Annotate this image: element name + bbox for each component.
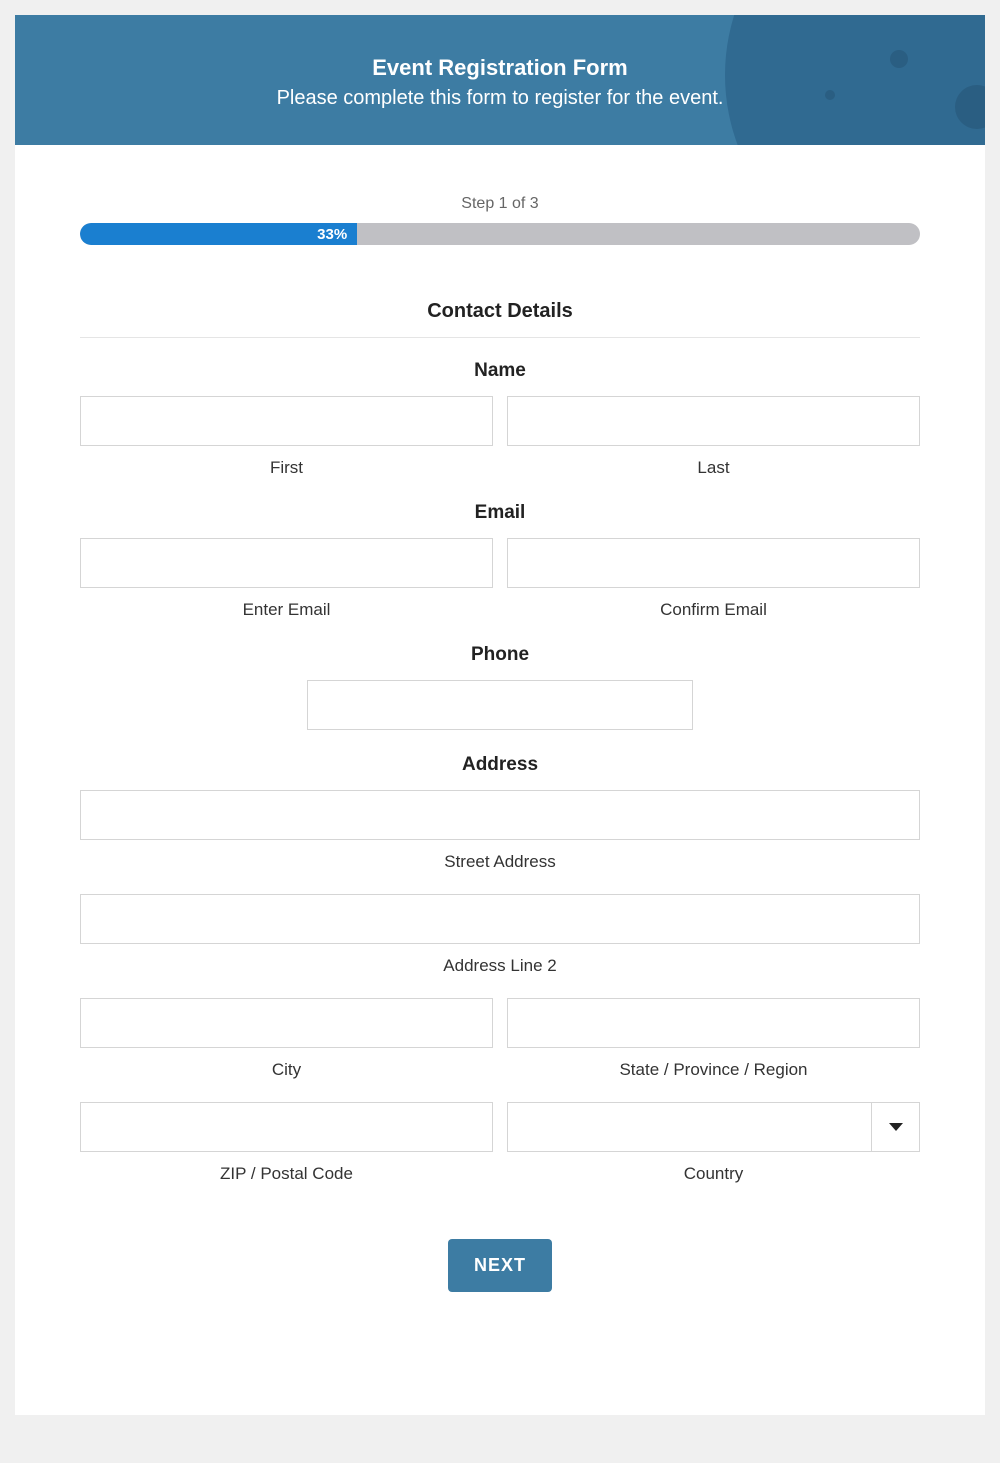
address-line2-input[interactable] — [80, 894, 920, 944]
progress-fill: 33% — [80, 223, 357, 245]
zip-input[interactable] — [80, 1102, 493, 1152]
country-sublabel: Country — [507, 1164, 920, 1184]
confirm-email-sublabel: Confirm Email — [507, 600, 920, 620]
form-title: Event Registration Form — [35, 55, 965, 81]
first-name-sublabel: First — [80, 458, 493, 478]
email-field-block: Email Enter Email Confirm Email — [80, 502, 920, 620]
country-select-arrow-box — [871, 1103, 919, 1151]
form-header: Event Registration Form Please complete … — [15, 15, 985, 145]
phone-field-block: Phone — [80, 644, 920, 730]
zip-sublabel: ZIP / Postal Code — [80, 1164, 493, 1184]
street-address-sublabel: Street Address — [80, 852, 920, 872]
progress-percent-text: 33% — [317, 226, 347, 243]
form-subtitle: Please complete this form to register fo… — [35, 87, 965, 110]
section-title: Contact Details — [80, 300, 920, 338]
country-select-value — [508, 1103, 871, 1151]
city-sublabel: City — [80, 1060, 493, 1080]
confirm-email-input[interactable] — [507, 538, 920, 588]
form-body: Step 1 of 3 33% Contact Details Name Fir… — [15, 145, 985, 1352]
registration-form-card: Event Registration Form Please complete … — [15, 15, 985, 1415]
last-name-input[interactable] — [507, 396, 920, 446]
state-sublabel: State / Province / Region — [507, 1060, 920, 1080]
first-name-input[interactable] — [80, 396, 493, 446]
address-field-block: Address Street Address Address Line 2 Ci… — [80, 754, 920, 1184]
city-input[interactable] — [80, 998, 493, 1048]
step-indicator: Step 1 of 3 — [80, 195, 920, 213]
phone-label: Phone — [80, 644, 920, 666]
chevron-down-icon — [889, 1123, 903, 1131]
enter-email-input[interactable] — [80, 538, 493, 588]
phone-input[interactable] — [307, 680, 693, 730]
address-label: Address — [80, 754, 920, 776]
street-address-input[interactable] — [80, 790, 920, 840]
name-label: Name — [80, 360, 920, 382]
country-select[interactable] — [507, 1102, 920, 1152]
address-line2-sublabel: Address Line 2 — [80, 956, 920, 976]
last-name-sublabel: Last — [507, 458, 920, 478]
progress-bar: 33% — [80, 223, 920, 245]
state-input[interactable] — [507, 998, 920, 1048]
enter-email-sublabel: Enter Email — [80, 600, 493, 620]
email-label: Email — [80, 502, 920, 524]
next-button[interactable]: NEXT — [448, 1239, 552, 1292]
name-field-block: Name First Last — [80, 360, 920, 478]
